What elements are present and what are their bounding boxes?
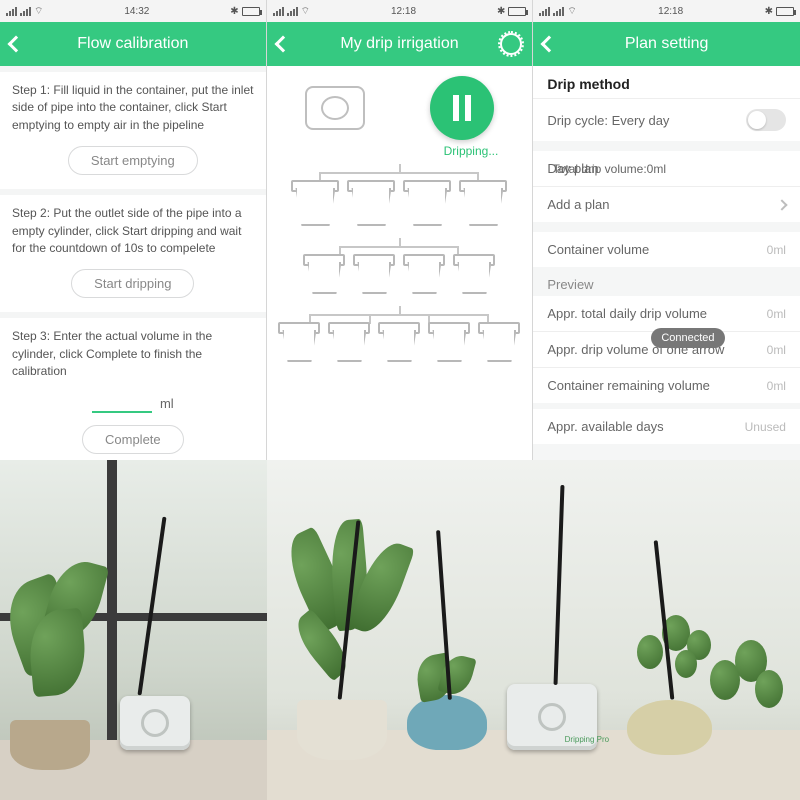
- signal-icon: [20, 7, 31, 16]
- pot-icon: [401, 254, 447, 294]
- pot-icon: [476, 322, 522, 362]
- dripping-status: Dripping...: [273, 144, 499, 158]
- pot-icon: [401, 180, 453, 226]
- start-emptying-button[interactable]: Start emptying: [68, 146, 198, 175]
- chevron-right-icon: [776, 199, 787, 210]
- day-plan-value: Total drip volume:0ml: [539, 162, 786, 176]
- pot-icon: [301, 254, 347, 294]
- pause-bar-icon: [453, 95, 459, 121]
- step-1-card: Step 1: Fill liquid in the container, pu…: [0, 72, 266, 189]
- status-bar: ⌔ 14:32 ✱: [0, 0, 266, 22]
- signal-icon: [273, 7, 284, 16]
- device-brand-label: Dripping Pro: [565, 735, 609, 744]
- navbar: Flow calibration: [0, 22, 266, 66]
- pot-icon: [451, 254, 497, 294]
- settings-button[interactable]: [500, 22, 522, 66]
- page-title: Plan setting: [625, 35, 709, 53]
- container-volume-label: Container volume: [547, 242, 649, 257]
- pot-icon: [345, 180, 397, 226]
- drip-cycle-label: Drip cycle: Every day: [547, 113, 669, 128]
- step-1-text: Step 1: Fill liquid in the container, pu…: [12, 82, 254, 134]
- preview-row: Appr. available days Unused: [533, 409, 800, 444]
- preview-value: Unused: [745, 420, 786, 434]
- signal-icon: [539, 7, 550, 16]
- signal-icon: [287, 7, 298, 16]
- connected-toast: Connected: [651, 328, 724, 348]
- back-button[interactable]: [10, 22, 22, 66]
- pot-icon: [351, 254, 397, 294]
- complete-button[interactable]: Complete: [82, 425, 184, 454]
- signal-icon: [553, 7, 564, 16]
- preview-value: 0ml: [767, 379, 786, 393]
- preview-row: Appr. total daily drip volume 0ml: [533, 296, 800, 331]
- pot-icon: [326, 322, 372, 362]
- gear-icon: [500, 33, 522, 55]
- page-title: My drip irrigation: [340, 35, 458, 53]
- wifi-icon: ⌔: [301, 5, 310, 18]
- preview-label: Appr. available days: [547, 419, 663, 434]
- product-photo-left: [0, 460, 267, 800]
- pot-icon: [457, 180, 509, 226]
- drip-method-heading: Drip method: [533, 66, 800, 98]
- bluetooth-icon: ✱: [765, 6, 773, 17]
- pump-icon: [305, 86, 365, 130]
- pause-bar-icon: [465, 95, 471, 121]
- screen-my-drip-irrigation: ⌔ 12:18 ✱ My drip irrigation Dripping...: [267, 0, 534, 460]
- ml-unit: ml: [160, 395, 174, 414]
- add-plan-label: Add a plan: [547, 197, 609, 212]
- pot-icon: [276, 322, 322, 362]
- step-3-card: Step 3: Enter the actual volume in the c…: [0, 318, 266, 460]
- navbar: Plan setting: [533, 22, 800, 66]
- battery-icon: [776, 7, 794, 16]
- wifi-icon: ⌔: [567, 5, 576, 18]
- clock: 12:18: [391, 6, 416, 17]
- clock: 14:32: [124, 6, 149, 17]
- back-button[interactable]: [543, 22, 555, 66]
- chevron-left-icon: [274, 36, 291, 53]
- screen-flow-calibration: ⌔ 14:32 ✱ Flow calibration Step 1: Fill …: [0, 0, 267, 460]
- drip-cycle-row[interactable]: Drip cycle: Every day: [533, 98, 800, 141]
- add-plan-row[interactable]: Add a plan: [533, 186, 800, 222]
- container-volume-value: 0ml: [767, 243, 786, 257]
- pause-button[interactable]: [430, 76, 494, 140]
- status-bar: ⌔ 12:18 ✱: [533, 0, 800, 22]
- battery-icon: [242, 7, 260, 16]
- pot-icon: [426, 322, 472, 362]
- pot-icon: [289, 180, 341, 226]
- wifi-icon: ⌔: [34, 5, 43, 18]
- irrigation-tree: [273, 164, 527, 372]
- bluetooth-icon: ✱: [230, 6, 238, 17]
- navbar: My drip irrigation: [267, 22, 533, 66]
- bluetooth-icon: ✱: [497, 6, 505, 17]
- status-bar: ⌔ 12:18 ✱: [267, 0, 533, 22]
- signal-icon: [6, 7, 17, 16]
- drip-cycle-toggle[interactable]: [746, 109, 786, 131]
- screen-plan-setting: ⌔ 12:18 ✱ Plan setting Drip method Drip …: [533, 0, 800, 460]
- clock: 12:18: [658, 6, 683, 17]
- pot-icon: [376, 322, 422, 362]
- step-2-card: Step 2: Put the outlet side of the pipe …: [0, 195, 266, 312]
- preview-heading: Preview: [533, 267, 800, 296]
- start-dripping-button[interactable]: Start dripping: [71, 269, 194, 298]
- day-plan-row: Day plan Total drip volume:0ml: [533, 151, 800, 186]
- preview-value: 0ml: [767, 343, 786, 357]
- back-button[interactable]: [277, 22, 289, 66]
- preview-label: Container remaining volume: [547, 378, 710, 393]
- preview-row: Container remaining volume 0ml: [533, 367, 800, 403]
- product-photo-right: Dripping Pro: [267, 460, 800, 800]
- battery-icon: [508, 7, 526, 16]
- step-2-text: Step 2: Put the outlet side of the pipe …: [12, 205, 254, 257]
- step-3-text: Step 3: Enter the actual volume in the c…: [12, 328, 254, 380]
- preview-value: 0ml: [767, 307, 786, 321]
- chevron-left-icon: [541, 36, 558, 53]
- chevron-left-icon: [8, 36, 25, 53]
- preview-label: Appr. total daily drip volume: [547, 306, 707, 321]
- page-title: Flow calibration: [77, 35, 188, 53]
- volume-input[interactable]: [92, 395, 152, 413]
- container-volume-row[interactable]: Container volume 0ml: [533, 232, 800, 267]
